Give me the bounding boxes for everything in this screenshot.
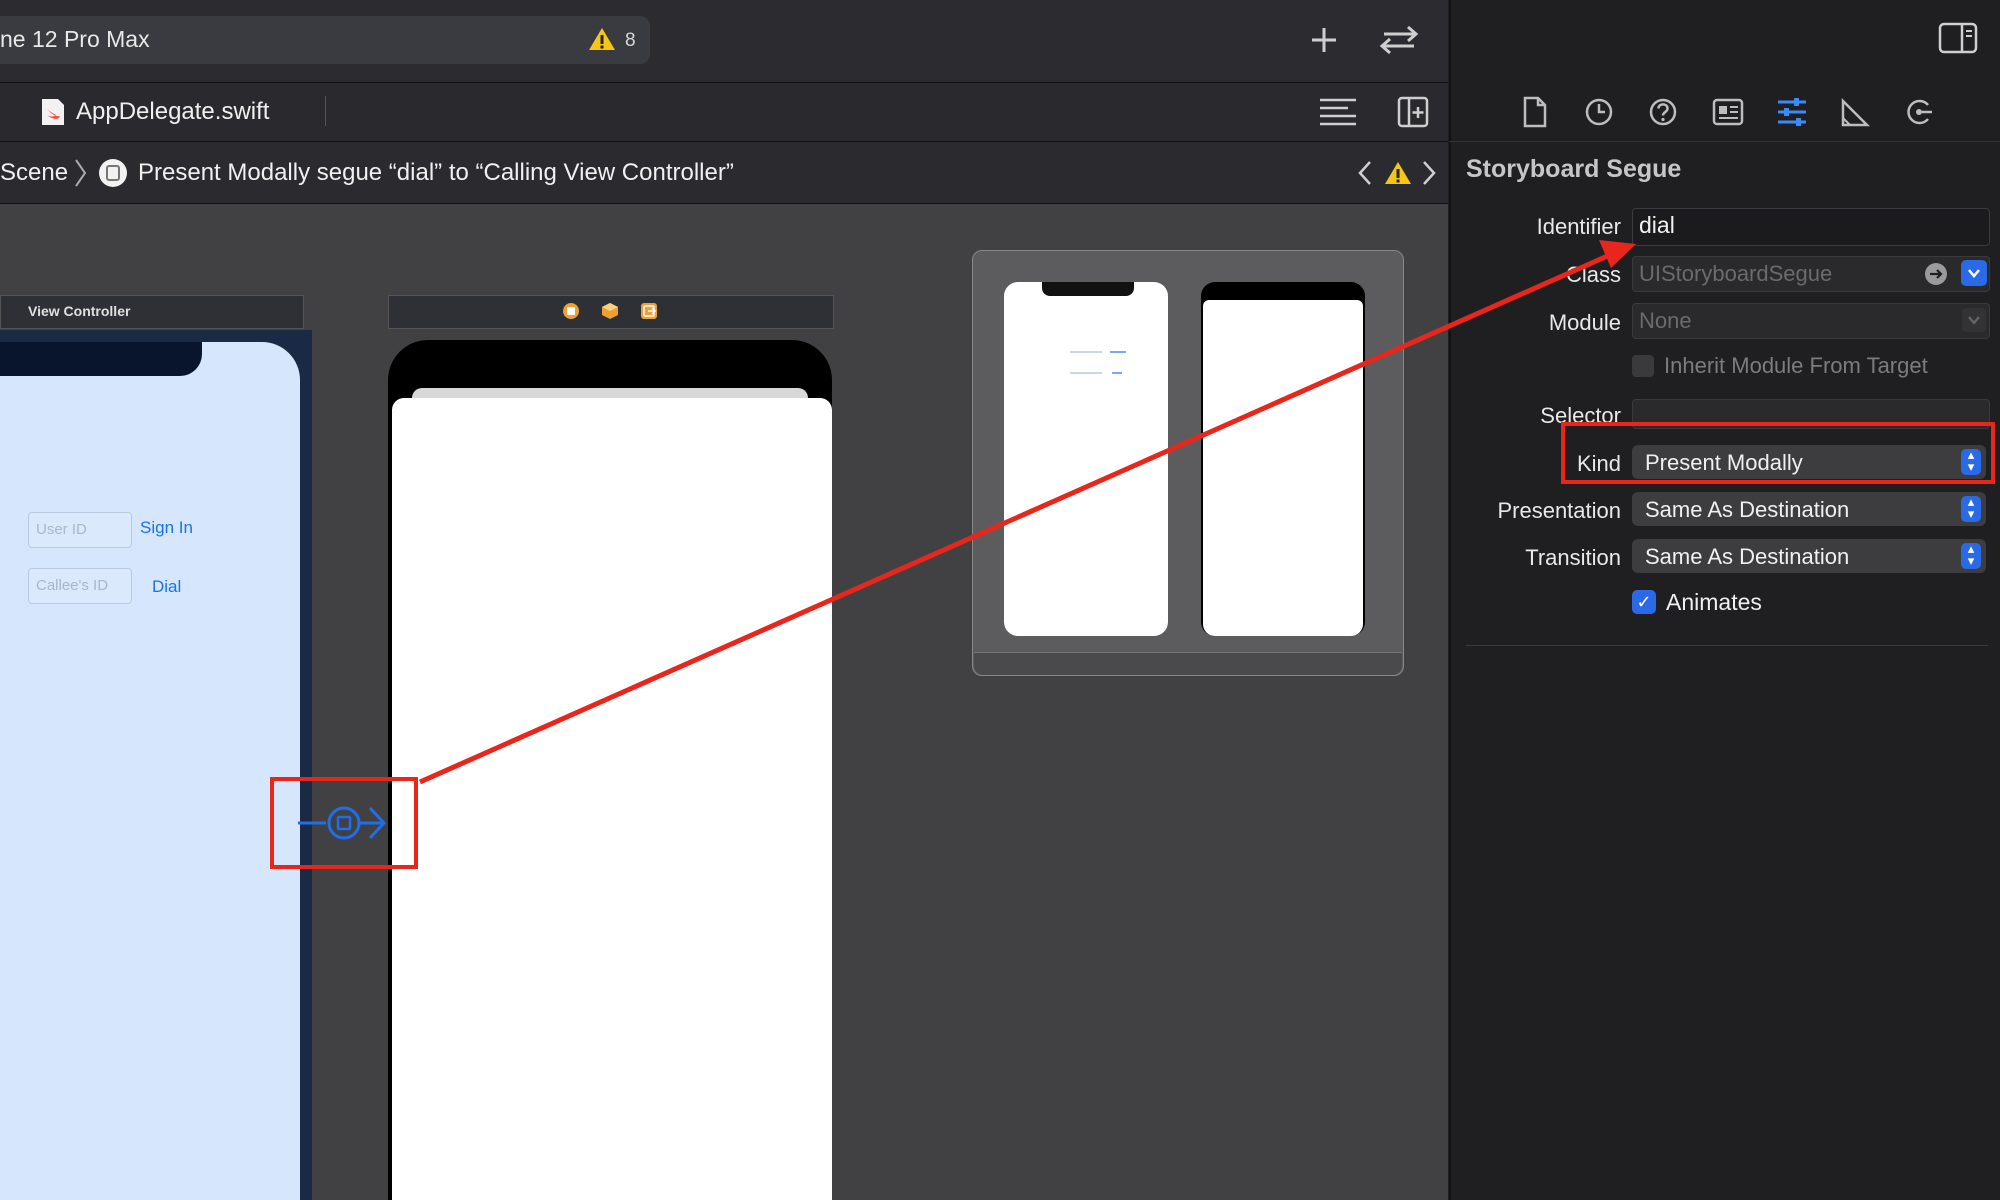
inherit-module-checkbox[interactable] (1632, 355, 1654, 377)
device-notch (0, 342, 202, 376)
inherit-module-label: Inherit Module From Target (1664, 353, 1928, 378)
swift-file-icon (42, 99, 64, 125)
class-dropdown-button[interactable] (1961, 260, 1987, 286)
class-label: Class (1565, 262, 1621, 287)
dial-button[interactable]: Dial (152, 577, 181, 597)
section-divider (1466, 645, 1988, 646)
preview-notch (1042, 282, 1134, 296)
presentation-value: Same As Destination (1645, 497, 1850, 522)
transition-value: Same As Destination (1645, 544, 1850, 569)
breadcrumb-segue[interactable]: Present Modally segue “dial” to “Calling… (138, 159, 734, 187)
kind-highlight-box (1561, 422, 1995, 484)
preview-link (1112, 372, 1122, 374)
module-placeholder: None (1639, 308, 1692, 333)
identifier-value: dial (1639, 212, 1675, 238)
chevron-left-icon[interactable] (1356, 160, 1374, 186)
module-label: Module (1548, 310, 1621, 335)
up-down-arrows-icon: ▴ ▾ (1961, 495, 1981, 522)
preview-link (1110, 351, 1126, 353)
swap-arrows-icon[interactable] (1378, 24, 1420, 56)
preview-source-phone (1004, 282, 1168, 636)
callee-id-placeholder: Callee's ID (36, 577, 109, 594)
file-icon[interactable] (1522, 96, 1548, 128)
identifier-label: Identifier (1536, 214, 1621, 239)
preview-field (1070, 372, 1102, 374)
attributes-icon[interactable] (1776, 96, 1808, 128)
view-controller-screen[interactable] (0, 342, 300, 1200)
segue-highlight-box (270, 777, 418, 869)
scene-title: View Controller (28, 303, 131, 319)
view-controller-icon[interactable] (562, 302, 580, 320)
tab-divider (325, 96, 326, 126)
inspector-heading: Storyboard Segue (1466, 155, 1682, 183)
exit-icon[interactable] (640, 302, 658, 320)
segue-icon (99, 159, 127, 187)
class-placeholder: UIStoryboardSegue (1639, 261, 1833, 286)
first-responder-icon[interactable] (601, 302, 619, 320)
preview-destination-screen (1203, 300, 1363, 636)
editor-options-icon[interactable] (1318, 96, 1358, 128)
help-icon[interactable] (1648, 97, 1678, 127)
preview-field (1070, 351, 1102, 353)
calling-view-controller-screen[interactable] (392, 398, 832, 1200)
animates-checkbox[interactable]: ✓ (1632, 590, 1656, 614)
up-down-arrows-icon: ▴ ▾ (1961, 542, 1981, 569)
size-icon[interactable] (1840, 98, 1870, 128)
breadcrumb-scene[interactable]: Scene (0, 159, 68, 187)
chevron-right-icon (75, 159, 87, 187)
connections-icon[interactable] (1904, 97, 1934, 127)
add-icon[interactable] (1310, 26, 1338, 54)
tab-appdelegate[interactable]: AppDelegate.swift (76, 98, 269, 126)
scheme-label: ne 12 Pro Max (0, 26, 150, 52)
segue-preview-footer (974, 652, 1402, 675)
warning-icon[interactable] (588, 26, 616, 52)
chevron-down-icon (1962, 308, 1986, 332)
chevron-right-icon[interactable] (1420, 160, 1438, 186)
transition-label: Transition (1525, 545, 1621, 570)
presentation-label: Presentation (1497, 498, 1621, 523)
identifier-field[interactable] (1632, 208, 1990, 246)
sign-in-button[interactable]: Sign In (140, 518, 193, 538)
chevron-down-icon (1968, 269, 1980, 278)
add-editor-icon[interactable] (1397, 96, 1429, 128)
history-icon[interactable] (1584, 97, 1614, 127)
go-to-class-icon[interactable] (1924, 262, 1948, 286)
toggle-inspector-icon[interactable] (1938, 22, 1978, 54)
identity-icon[interactable] (1712, 98, 1744, 126)
animates-label: Animates (1666, 589, 1762, 615)
issue-warning-icon[interactable] (1384, 160, 1412, 186)
warning-count: 8 (625, 30, 636, 51)
user-id-placeholder: User ID (36, 521, 87, 538)
